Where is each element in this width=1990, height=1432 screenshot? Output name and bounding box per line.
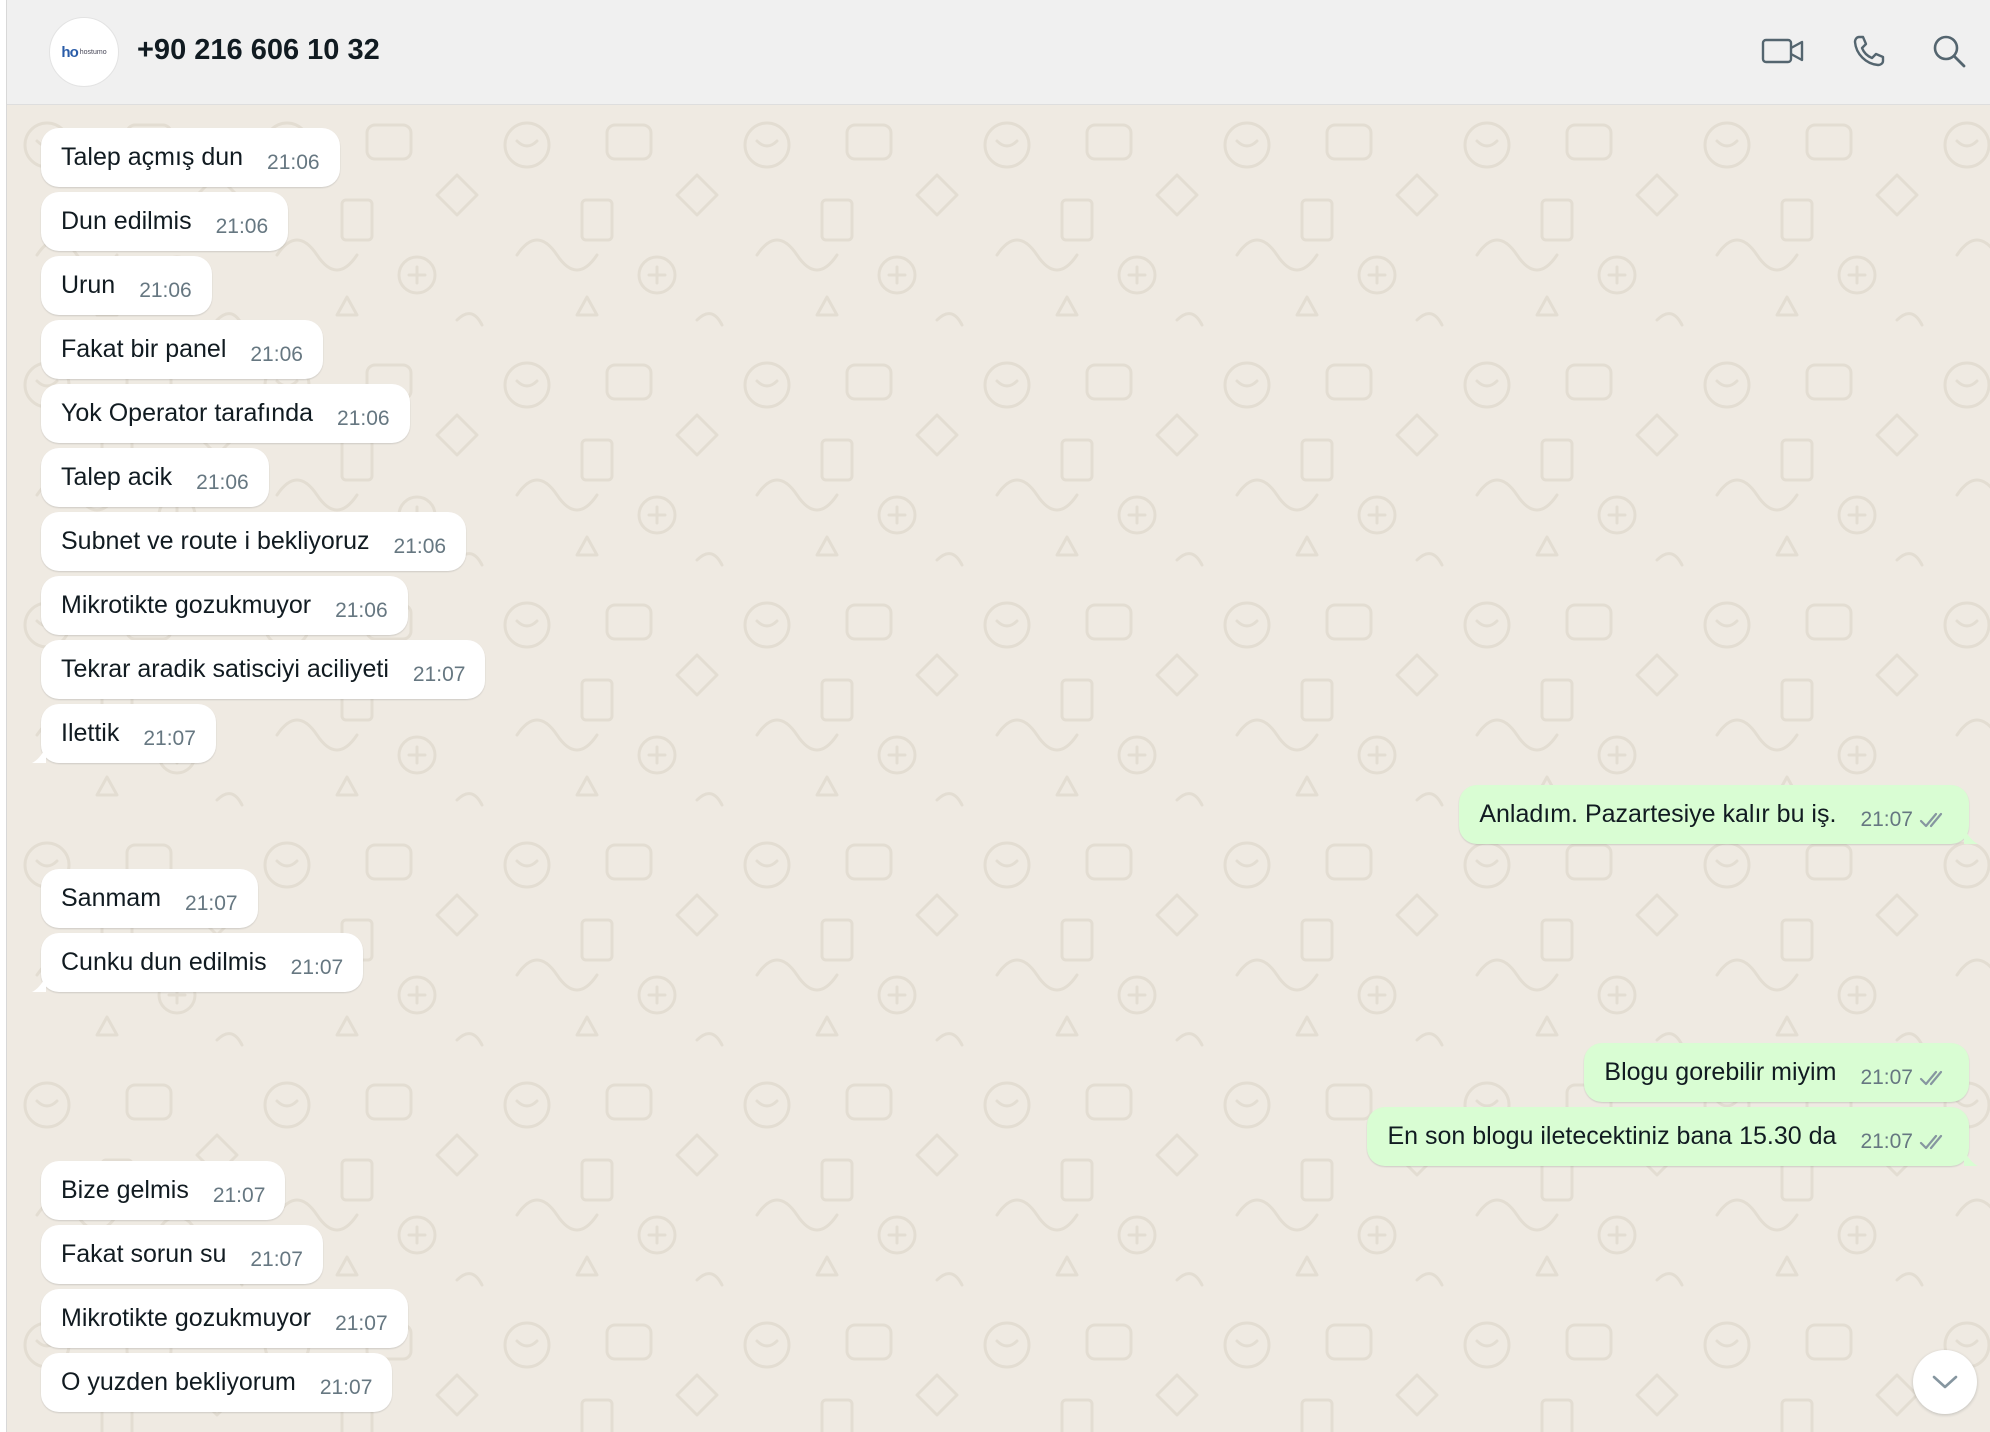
message-text: Cunku dun edilmis [61, 948, 267, 976]
message-timestamp: 21:07 [185, 891, 238, 915]
outgoing-message[interactable]: En son blogu iletecektiniz bana 15.30 da… [1367, 1107, 1978, 1166]
double-check-icon [1919, 1134, 1943, 1149]
message-text: Dun edilmis [61, 207, 192, 235]
incoming-message[interactable]: O yuzden bekliyorum 21:07 [41, 1353, 393, 1412]
incoming-message[interactable]: Dun edilmis 21:06 [41, 192, 289, 251]
message-text: Subnet ve route i bekliyoruz [61, 527, 370, 555]
message-text: Fakat bir panel [61, 335, 227, 363]
incoming-message[interactable]: Mikrotikte gozukmuyor 21:07 [41, 1289, 408, 1348]
incoming-message[interactable]: Urun 21:06 [41, 256, 212, 315]
message-timestamp: 21:07 [250, 1247, 303, 1271]
logo-mark: ho [61, 43, 78, 61]
incoming-message[interactable]: Talep açmış dun 21:06 [41, 128, 340, 187]
message-timestamp: 21:06 [139, 278, 192, 302]
company-logo: ho hostumo [61, 44, 106, 61]
incoming-message[interactable]: Fakat sorun su 21:07 [41, 1225, 323, 1284]
double-check-icon [1919, 812, 1943, 827]
incoming-message[interactable]: Sanmam 21:07 [41, 869, 258, 928]
message-text: Sanmam [61, 884, 162, 912]
message-text: Mikrotikte gozukmuyor [61, 591, 312, 619]
incoming-message[interactable]: Fakat bir panel 21:06 [41, 320, 323, 379]
incoming-message[interactable]: Tekrar aradik satisciyi aciliyeti 21:07 [41, 640, 486, 699]
chat-window: ho hostumo +90 216 606 10 32 Talep açmış… [6, 0, 1990, 1432]
incoming-message[interactable]: Talep acik 21:06 [41, 448, 269, 507]
logo-text: hostumo [79, 48, 107, 56]
chat-header: ho hostumo +90 216 606 10 32 [7, 0, 1990, 105]
incoming-message[interactable]: Subnet ve route i bekliyoruz 21:06 [41, 512, 467, 571]
incoming-message[interactable]: Bize gelmis 21:07 [41, 1161, 286, 1220]
message-timestamp: 21:07 [1860, 1065, 1913, 1089]
message-timestamp: 21:06 [250, 342, 303, 366]
scroll-to-bottom-button[interactable] [1913, 1350, 1977, 1414]
message-timestamp: 21:07 [335, 1311, 388, 1335]
search-icon[interactable] [1927, 31, 1971, 71]
incoming-message[interactable]: Cunku dun edilmis 21:07 [32, 933, 364, 992]
message-text: En son blogu iletecektiniz bana 15.30 da [1387, 1122, 1837, 1150]
message-text: Urun [61, 271, 116, 299]
message-list[interactable]: Talep açmış dun 21:06 Dun edilmis 21:06 Urun… [7, 0, 1990, 1432]
message-timestamp: 21:07 [412, 662, 466, 686]
message-text: Ilettik [61, 719, 120, 747]
message-timestamp: 21:07 [290, 955, 344, 979]
message-text: Talep açmış dun [61, 143, 244, 171]
message-text: Talep acik [61, 463, 173, 491]
message-text: Mikrotikte gozukmuyor [61, 1304, 312, 1332]
message-text: Bize gelmis [61, 1176, 189, 1204]
message-timestamp: 21:07 [1860, 807, 1913, 831]
message-timestamp: 21:06 [215, 214, 269, 238]
message-text: Tekrar aradik satisciyi aciliyeti [61, 655, 389, 683]
message-timestamp: 21:07 [319, 1375, 373, 1399]
message-timestamp: 21:07 [1860, 1129, 1913, 1153]
avatar[interactable]: ho hostumo [49, 17, 119, 87]
message-timestamp: 21:06 [393, 534, 447, 558]
message-text: Yok Operator tarafında [61, 399, 314, 427]
incoming-message[interactable]: Yok Operator tarafında 21:06 [41, 384, 410, 443]
video-call-icon[interactable] [1761, 31, 1805, 71]
contact-name[interactable]: +90 216 606 10 32 [137, 34, 380, 67]
message-timestamp: 21:06 [337, 406, 390, 430]
incoming-message[interactable]: Mikrotikte gozukmuyor 21:06 [41, 576, 408, 635]
message-text: O yuzden bekliyorum [61, 1368, 296, 1396]
message-text: Blogu gorebilir miyim [1604, 1058, 1837, 1086]
message-timestamp: 21:06 [335, 598, 388, 622]
outgoing-message[interactable]: Anladım. Pazartesiye kalır bu iş. 21:07 [1459, 785, 1978, 844]
message-timestamp: 21:07 [143, 726, 196, 750]
message-timestamp: 21:06 [267, 150, 320, 174]
message-timestamp: 21:06 [196, 470, 249, 494]
incoming-message[interactable]: Ilettik 21:07 [32, 704, 216, 763]
chevron-down-icon [1932, 1375, 1958, 1389]
message-text: Fakat sorun su [61, 1240, 227, 1268]
message-timestamp: 21:07 [212, 1183, 266, 1207]
outgoing-message[interactable]: Blogu gorebilir miyim 21:07 [1584, 1043, 1969, 1102]
double-check-icon [1919, 1070, 1943, 1085]
voice-call-icon[interactable] [1847, 31, 1891, 71]
message-text: Anladım. Pazartesiye kalır bu iş. [1479, 800, 1837, 828]
